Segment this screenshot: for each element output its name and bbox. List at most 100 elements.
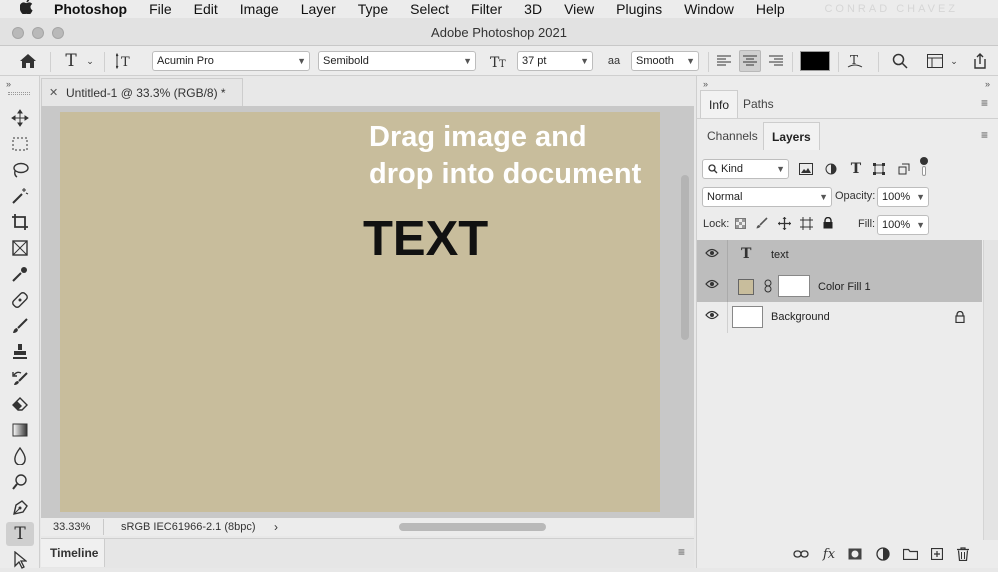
type-tool-preset-icon[interactable]: T [60, 51, 82, 71]
align-left-icon[interactable] [714, 51, 734, 71]
dodge-tool-icon[interactable] [6, 470, 34, 494]
frame-tool-icon[interactable] [6, 236, 34, 260]
canvas-text-layer[interactable]: TEXT [363, 210, 488, 268]
workspace-icon[interactable] [924, 51, 946, 71]
lock-all-icon[interactable] [821, 216, 835, 230]
tab-channels[interactable]: Channels [699, 122, 766, 150]
menu-help[interactable]: Help [745, 0, 796, 18]
menu-window[interactable]: Window [673, 0, 745, 18]
horizontal-scrollbar[interactable] [399, 523, 546, 531]
lock-transparent-pixels-icon[interactable] [733, 216, 747, 230]
layers-panel-menu-icon[interactable]: ≡ [981, 128, 988, 142]
menu-filter[interactable]: Filter [460, 0, 513, 18]
visibility-eye-icon[interactable] [705, 310, 719, 324]
fill-color-thumbnail[interactable] [738, 279, 754, 295]
menu-file[interactable]: File [138, 0, 183, 18]
add-mask-icon[interactable] [845, 545, 865, 563]
layer-name[interactable]: Background [771, 311, 830, 323]
filter-shape-layers-icon[interactable] [870, 160, 888, 178]
new-adjustment-layer-icon[interactable] [873, 545, 893, 563]
vertical-scrollbar[interactable] [681, 175, 689, 340]
new-layer-icon[interactable] [927, 545, 947, 563]
font-family-select[interactable]: Acumin Pro ▼ [152, 51, 310, 71]
menu-3d[interactable]: 3D [513, 0, 553, 18]
chevron-down-icon[interactable]: ⌄ [84, 54, 96, 68]
layer-mask-thumbnail[interactable] [778, 275, 810, 297]
timeline-tab[interactable]: Timeline [50, 546, 98, 560]
pen-tool-icon[interactable] [6, 496, 34, 520]
search-icon[interactable] [888, 51, 912, 71]
layer-row-background[interactable]: Background [697, 302, 982, 333]
eyedropper-tool-icon[interactable] [6, 262, 34, 286]
home-icon[interactable] [16, 52, 40, 70]
brush-tool-icon[interactable] [6, 314, 34, 338]
toggle-text-orientation-icon[interactable]: T [114, 51, 136, 71]
tab-paths[interactable]: Paths [735, 90, 782, 118]
menu-type[interactable]: Type [347, 0, 399, 18]
layer-name[interactable]: Color Fill 1 [818, 281, 871, 293]
menu-plugins[interactable]: Plugins [605, 0, 673, 18]
align-right-icon[interactable] [766, 51, 786, 71]
gradient-tool-icon[interactable] [6, 418, 34, 442]
filter-adjustment-layers-icon[interactable] [822, 160, 840, 178]
fill-field[interactable]: 100% ▼ [877, 215, 929, 235]
lock-artboards-icon[interactable] [799, 216, 813, 230]
marquee-tool-icon[interactable] [6, 132, 34, 156]
link-layers-icon[interactable] [791, 545, 811, 563]
path-selection-tool-icon[interactable] [6, 548, 34, 572]
layer-name[interactable]: text [771, 249, 789, 261]
tab-info[interactable]: Info [700, 90, 739, 118]
zoom-level[interactable]: 33.33% [53, 521, 90, 533]
layer-filter-kind-select[interactable]: Kind ▼ [702, 159, 789, 179]
new-group-icon[interactable] [900, 545, 920, 563]
collapse-panels-right-icon[interactable]: » [985, 79, 990, 89]
link-icon[interactable] [764, 279, 772, 296]
lasso-tool-icon[interactable] [6, 158, 34, 182]
healing-brush-tool-icon[interactable] [6, 288, 34, 312]
visibility-eye-icon[interactable] [705, 248, 719, 262]
layers-scroll-track[interactable] [983, 240, 998, 540]
close-document-icon[interactable]: ✕ [49, 86, 58, 99]
toolbox-grip[interactable] [8, 92, 30, 95]
type-tool-icon[interactable]: T [6, 522, 34, 546]
status-menu-chevron-icon[interactable]: › [274, 520, 278, 534]
layer-style-fx-icon[interactable]: fx [819, 545, 839, 563]
share-icon[interactable] [968, 51, 992, 71]
filter-smart-objects-icon[interactable] [895, 160, 913, 178]
menu-edit[interactable]: Edit [183, 0, 229, 18]
filter-toggle-icon[interactable] [920, 157, 928, 165]
font-style-select[interactable]: Semibold ▼ [318, 51, 476, 71]
collapse-panels-left-icon[interactable]: » [703, 79, 708, 89]
blur-tool-icon[interactable] [6, 444, 34, 468]
timeline-menu-icon[interactable]: ≡ [678, 545, 685, 559]
layer-row-text[interactable]: T text [697, 240, 982, 271]
menu-view[interactable]: View [553, 0, 605, 18]
text-color-swatch[interactable] [800, 51, 830, 71]
layer-row-color-fill[interactable]: Color Fill 1 [697, 271, 982, 302]
document-tab[interactable]: ✕ Untitled-1 @ 33.3% (RGB/8) * [41, 78, 243, 106]
menu-image[interactable]: Image [229, 0, 290, 18]
delete-layer-icon[interactable] [953, 545, 973, 563]
tab-layers[interactable]: Layers [763, 122, 820, 150]
workspace-chevron-icon[interactable]: ⌄ [948, 54, 960, 68]
warp-text-icon[interactable]: T [844, 51, 866, 71]
menu-layer[interactable]: Layer [290, 0, 347, 18]
history-brush-tool-icon[interactable] [6, 366, 34, 390]
lock-image-pixels-icon[interactable] [755, 216, 769, 230]
apple-menu-icon[interactable] [0, 0, 43, 19]
opacity-field[interactable]: 100% ▼ [877, 187, 929, 207]
menu-photoshop[interactable]: Photoshop [43, 0, 138, 18]
info-panel-menu-icon[interactable]: ≡ [981, 96, 988, 110]
filter-type-layers-icon[interactable]: T [847, 160, 865, 178]
font-size-select[interactable]: 37 pt ▼ [517, 51, 593, 71]
eraser-tool-icon[interactable] [6, 392, 34, 416]
collapse-toolbox-icon[interactable]: » [6, 79, 11, 89]
antialias-select[interactable]: Smooth ▼ [631, 51, 699, 71]
menu-select[interactable]: Select [399, 0, 460, 18]
lock-position-icon[interactable] [777, 216, 791, 230]
blend-mode-select[interactable]: Normal ▼ [702, 187, 832, 207]
crop-tool-icon[interactable] [6, 210, 34, 234]
clone-stamp-tool-icon[interactable] [6, 340, 34, 364]
magic-wand-tool-icon[interactable] [6, 184, 34, 208]
layer-lock-icon[interactable] [955, 310, 965, 326]
